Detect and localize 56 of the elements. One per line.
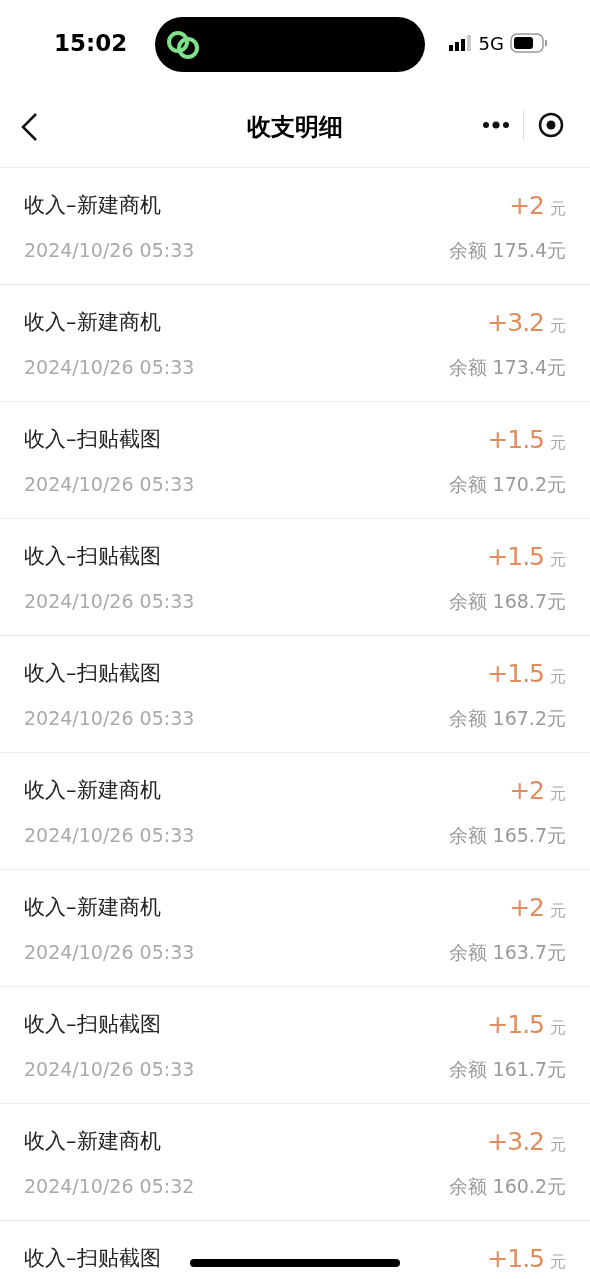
balance: 余额 175.4元: [448, 238, 566, 263]
balance: 余额 163.7元: [448, 940, 566, 965]
currency-unit: 元: [550, 1017, 566, 1040]
record-time: 2024/10/26 05:33: [24, 823, 195, 848]
currency-unit: 元: [550, 198, 566, 221]
amount: +2: [509, 190, 544, 223]
record-time: 2024/10/26 05:33: [24, 472, 195, 497]
status-time: 15:02: [54, 28, 128, 58]
currency-unit: 元: [550, 549, 566, 572]
record-title: 收入–新建商机: [24, 192, 161, 220]
record-time: 2024/10/26 05:33: [24, 1057, 195, 1082]
amount: +1.5: [487, 424, 544, 457]
amount: +1.5: [487, 541, 544, 574]
network-label: 5G: [478, 31, 504, 56]
currency-unit: 元: [550, 315, 566, 338]
page-title: 收支明细: [247, 111, 343, 143]
currency-unit: 元: [550, 1134, 566, 1157]
currency-unit: 元: [550, 783, 566, 806]
record-title: 收入–新建商机: [24, 777, 161, 805]
currency-unit: 元: [550, 1251, 566, 1274]
currency-unit: 元: [550, 432, 566, 455]
record-time: 2024/10/26 05:33: [24, 940, 195, 965]
amount: +1.5: [487, 658, 544, 691]
amount: +2: [509, 892, 544, 925]
amount: +2: [509, 775, 544, 808]
record-title: 收入–扫贴截图: [24, 660, 161, 688]
amount: +1.5: [487, 1009, 544, 1042]
record-title: 收入–新建商机: [24, 894, 161, 922]
balance: 余额 160.2元: [448, 1174, 566, 1199]
record-time: 2024/10/26 05:33: [24, 238, 195, 263]
balance: 余额 161.7元: [448, 1057, 566, 1082]
record-time: 2024/10/26 05:32: [24, 1174, 195, 1199]
record-title: 收入–新建商机: [24, 1128, 161, 1156]
amount: +3.2: [487, 307, 544, 340]
amount: +1.5: [487, 1243, 544, 1276]
battery-icon: [510, 33, 548, 53]
record-title: 收入–扫贴截图: [24, 543, 161, 571]
balance: 余额 173.4元: [448, 355, 566, 380]
currency-unit: 元: [550, 666, 566, 689]
signal-icon: [448, 35, 473, 51]
record-title: 收入–扫贴截图: [24, 1245, 161, 1273]
record-title: 收入–新建商机: [24, 309, 161, 337]
more-icon: [481, 121, 510, 129]
balance: 余额 165.7元: [448, 823, 566, 848]
record-time: 2024/10/26 05:33: [24, 355, 195, 380]
back-icon: [20, 111, 38, 142]
record-title: 收入–扫贴截图: [24, 1011, 161, 1039]
record-time: 2024/10/26 05:33: [24, 706, 195, 731]
close-icon: [538, 112, 564, 138]
record-time: 2024/10/26 05:33: [24, 589, 195, 614]
record-title: 收入–扫贴截图: [24, 426, 161, 454]
balance: 余额 167.2元: [448, 706, 566, 731]
balance: 余额 170.2元: [448, 472, 566, 497]
currency-unit: 元: [550, 900, 566, 923]
balance: 余额 168.7元: [448, 589, 566, 614]
amount: +3.2: [487, 1126, 544, 1159]
